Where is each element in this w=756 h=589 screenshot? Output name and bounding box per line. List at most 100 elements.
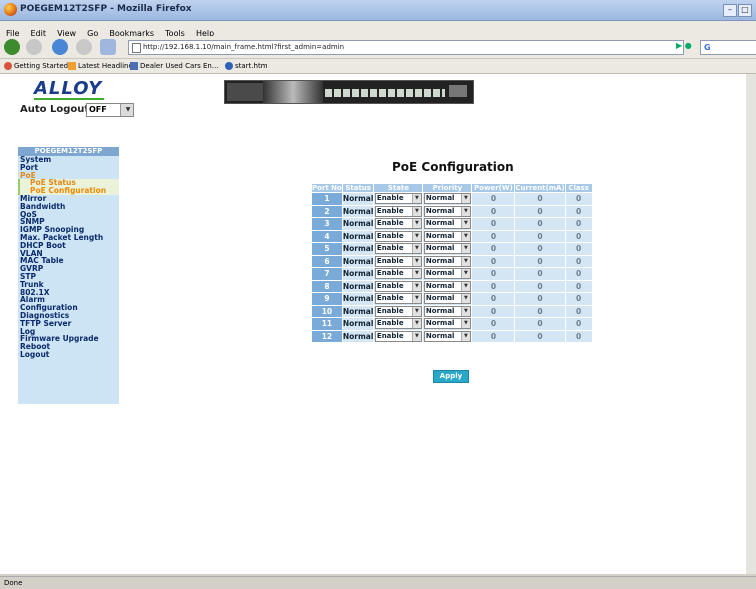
search-input[interactable]: G <box>700 40 756 55</box>
priority-select[interactable]: Normal ▼ <box>423 305 471 317</box>
auto-logout-select[interactable]: OFF ▼ <box>86 103 134 117</box>
priority-select[interactable]: Normal ▼ <box>423 330 471 342</box>
class-cell: 0 <box>565 293 592 305</box>
state-select[interactable]: Enable ▼ <box>374 218 422 230</box>
state-select[interactable]: Enable ▼ <box>374 243 422 255</box>
chevron-down-icon[interactable]: ▼ <box>411 256 421 266</box>
chevron-down-icon[interactable]: ▼ <box>411 194 421 204</box>
device-sweep-graphic <box>263 81 323 103</box>
priority-value: Normal <box>425 256 455 265</box>
state-cell: Enable ▼ <box>374 293 423 305</box>
bookmark-start[interactable]: start.htm <box>235 62 268 70</box>
chevron-down-icon[interactable]: ▼ <box>460 194 470 204</box>
auto-logout-label: Auto Logout <box>20 104 90 115</box>
window-titlebar: POEGEM12T2SFP - Mozilla Firefox – □ <box>0 0 756 21</box>
chevron-down-icon[interactable]: ▼ <box>460 331 470 341</box>
priority-select[interactable]: Normal ▼ <box>423 318 471 330</box>
chevron-down-icon[interactable]: ▼ <box>460 269 470 279</box>
priority-select[interactable]: Normal ▼ <box>423 205 471 217</box>
chevron-down-icon[interactable]: ▼ <box>460 219 470 229</box>
state-select[interactable]: Enable ▼ <box>374 268 422 280</box>
col-class: Class <box>565 184 592 192</box>
menu-bar: File Edit View Go Bookmarks Tools Help <box>0 21 756 38</box>
state-select[interactable]: Enable ▼ <box>374 280 422 292</box>
go-icon[interactable]: ▶ ● <box>676 41 692 50</box>
class-cell: 0 <box>565 218 592 230</box>
forward-icon[interactable] <box>26 39 42 55</box>
chevron-down-icon[interactable]: ▼ <box>411 319 421 329</box>
chevron-down-icon[interactable]: ▼ <box>411 281 421 291</box>
rss-icon <box>68 62 76 70</box>
state-value: Enable <box>376 281 404 290</box>
reload-icon[interactable] <box>52 39 68 55</box>
priority-select[interactable]: Normal ▼ <box>423 280 471 292</box>
switch-front-panel-image <box>224 80 474 104</box>
globe-icon <box>225 62 233 70</box>
state-select[interactable]: Enable ▼ <box>374 205 422 217</box>
sidebar-item-logout[interactable]: Logout <box>18 351 119 359</box>
class-cell: 0 <box>565 330 592 342</box>
state-value: Enable <box>376 319 404 328</box>
priority-select[interactable]: Normal ▼ <box>423 268 471 280</box>
col-state: State <box>374 184 423 192</box>
priority-value: Normal <box>425 219 455 228</box>
chevron-down-icon[interactable]: ▼ <box>460 319 470 329</box>
bookmark-latest-headlines[interactable]: Latest Headlines <box>78 62 136 70</box>
priority-select[interactable]: Normal ▼ <box>423 255 471 267</box>
priority-select[interactable]: Normal ▼ <box>423 218 471 230</box>
maximize-button[interactable]: □ <box>738 4 752 17</box>
chevron-down-icon[interactable]: ▼ <box>460 244 470 254</box>
chevron-down-icon[interactable]: ▼ <box>411 269 421 279</box>
port-number-cell: 5 <box>312 243 342 255</box>
minimize-button[interactable]: – <box>723 4 737 17</box>
priority-select[interactable]: Normal ▼ <box>423 243 471 255</box>
chevron-down-icon[interactable]: ▼ <box>460 206 470 216</box>
power-cell: 0 <box>472 205 515 217</box>
col-port-no: Port No <box>312 184 342 192</box>
bookmark-getting-started[interactable]: Getting Started <box>14 62 68 70</box>
table-row: 9 Normal Enable ▼ Normal ▼ 0 0 0 <box>312 293 592 305</box>
back-icon[interactable] <box>4 39 20 55</box>
chevron-down-icon[interactable]: ▼ <box>411 206 421 216</box>
state-select[interactable]: Enable ▼ <box>374 318 422 330</box>
stop-icon[interactable] <box>76 39 92 55</box>
chevron-down-icon[interactable]: ▼ <box>411 244 421 254</box>
apply-button[interactable]: Apply <box>433 370 469 383</box>
col-current: Current(mA) <box>515 184 565 192</box>
chevron-down-icon[interactable]: ▼ <box>120 104 133 116</box>
chevron-down-icon[interactable]: ▼ <box>411 306 421 316</box>
state-select[interactable]: Enable ▼ <box>374 293 422 305</box>
class-cell: 0 <box>565 230 592 242</box>
state-select[interactable]: Enable ▼ <box>374 305 422 317</box>
page-title: PoE Configuration <box>392 160 514 174</box>
status-text: Done <box>4 579 23 587</box>
state-value: Enable <box>376 219 404 228</box>
status-cell: Normal <box>342 305 374 317</box>
bookmark-dealer-used-cars[interactable]: Dealer Used Cars En... <box>140 62 219 70</box>
state-select[interactable]: Enable ▼ <box>374 330 422 342</box>
priority-select[interactable]: Normal ▼ <box>423 193 471 205</box>
chevron-down-icon[interactable]: ▼ <box>460 306 470 316</box>
state-select[interactable]: Enable ▼ <box>374 255 422 267</box>
status-cell: Normal <box>342 255 374 267</box>
chevron-down-icon[interactable]: ▼ <box>411 294 421 304</box>
priority-cell: Normal ▼ <box>423 218 472 230</box>
priority-select[interactable]: Normal ▼ <box>423 230 471 242</box>
home-icon[interactable] <box>100 39 116 55</box>
priority-select[interactable]: Normal ▼ <box>423 293 471 305</box>
chevron-down-icon[interactable]: ▼ <box>460 256 470 266</box>
address-bar[interactable]: http://192.168.1.10/main_frame.html?firs… <box>128 40 684 55</box>
chevron-down-icon[interactable]: ▼ <box>460 231 470 241</box>
chevron-down-icon[interactable]: ▼ <box>411 231 421 241</box>
current-cell: 0 <box>515 268 565 280</box>
chevron-down-icon[interactable]: ▼ <box>411 331 421 341</box>
chevron-down-icon[interactable]: ▼ <box>411 219 421 229</box>
chevron-down-icon[interactable]: ▼ <box>460 281 470 291</box>
state-select[interactable]: Enable ▼ <box>374 193 422 205</box>
chevron-down-icon[interactable]: ▼ <box>460 294 470 304</box>
state-select[interactable]: Enable ▼ <box>374 230 422 242</box>
state-value: Enable <box>376 269 404 278</box>
class-cell: 0 <box>565 268 592 280</box>
table-row: 3 Normal Enable ▼ Normal ▼ 0 0 0 <box>312 218 592 230</box>
vertical-scrollbar[interactable] <box>746 74 756 574</box>
